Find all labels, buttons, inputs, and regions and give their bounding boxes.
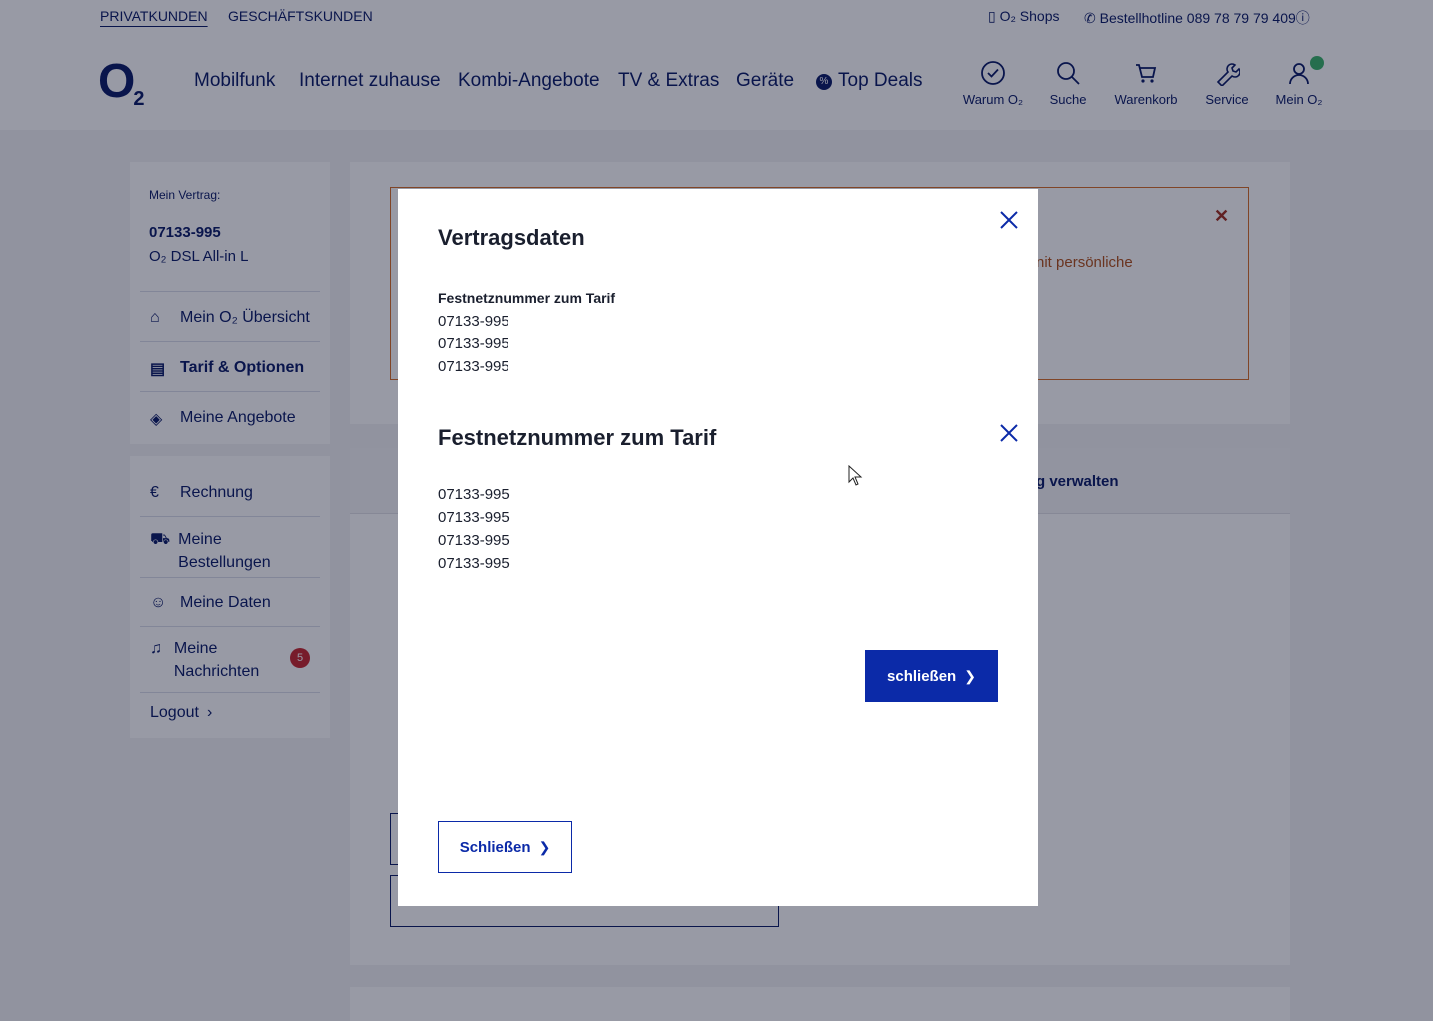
close-button-label: schließen: [887, 667, 957, 685]
phone-number: 07133-995: [438, 555, 510, 572]
contract-data-modal: Vertragsdaten Festnetznummer zum Tarif 0…: [398, 189, 1038, 906]
sub-heading: Festnetznummer zum Tarif: [438, 290, 616, 306]
phone-number: 07133-995: [438, 486, 510, 503]
close-icon[interactable]: [999, 423, 1019, 443]
inner-dialog-title: Festnetznummer zum Tarif: [438, 425, 717, 450]
phone-number: 07133-995: [438, 509, 510, 526]
phone-number: 07133-995: [438, 532, 510, 549]
close-button-label: Schließen: [459, 838, 531, 856]
mouse-cursor-icon: [848, 465, 863, 486]
close-button-primary[interactable]: schließen ❯: [865, 650, 998, 702]
chevron-right-icon: ❯: [964, 667, 976, 684]
close-icon[interactable]: [999, 210, 1019, 230]
close-button-outline[interactable]: Schließen ❯: [438, 821, 572, 873]
phone-number: 07133-995: [438, 313, 508, 330]
chevron-right-icon: ❯: [538, 838, 551, 855]
phone-number: 07133-995: [438, 335, 508, 352]
modal-title: Vertragsdaten: [438, 225, 585, 250]
phone-number: 07133-995: [438, 358, 508, 375]
